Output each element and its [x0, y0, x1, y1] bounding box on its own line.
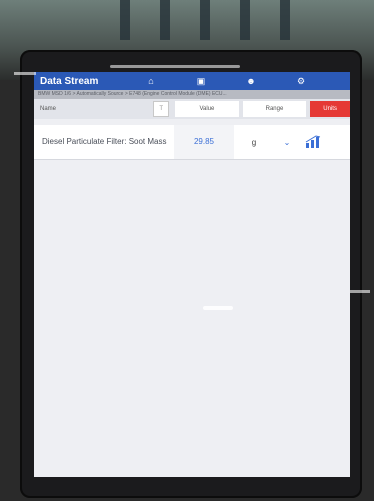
background-stripe	[200, 0, 210, 40]
screen-glare	[14, 72, 36, 75]
background-stripe	[120, 0, 130, 40]
header-name: Name	[40, 106, 57, 112]
screen-glare	[110, 65, 240, 68]
table-row[interactable]: Diesel Particulate Filter: Soot Mass 29.…	[34, 125, 350, 160]
table-header: Name T Value Range Units	[34, 99, 350, 119]
chevron-down-icon[interactable]: ⌄	[274, 138, 300, 147]
settings-icon[interactable]: ⚙	[276, 76, 326, 87]
graph-icon[interactable]	[300, 135, 326, 149]
header-value[interactable]: Value	[175, 101, 239, 117]
breadcrumb: BMW MSD 1/6 > Automatically Source > E74…	[34, 90, 350, 99]
background-stripe	[280, 0, 290, 40]
row-value: 29.85	[174, 125, 234, 159]
title-bar: Data Stream ⌂ ▣ ☻ ⚙	[34, 72, 350, 90]
screen-glare	[350, 290, 370, 293]
print-icon[interactable]: ▣	[176, 76, 226, 87]
home-icon[interactable]: ⌂	[126, 76, 176, 86]
header-range[interactable]: Range	[242, 101, 307, 117]
background-stripe	[160, 0, 170, 40]
graph-icon-svg	[305, 135, 321, 148]
user-icon[interactable]: ☻	[226, 76, 276, 86]
header-unit[interactable]: Units	[310, 101, 350, 117]
app-title: Data Stream	[40, 75, 99, 87]
row-unit: g	[251, 137, 257, 147]
tablet-screen: Data Stream ⌂ ▣ ☻ ⚙ BMW MSD 1/6 > Automa…	[34, 72, 350, 477]
row-name: Diesel Particulate Filter: Soot Mass	[42, 137, 167, 146]
background-stripe	[240, 0, 250, 40]
screen-glare	[203, 306, 233, 310]
select-all-checkbox[interactable]: T	[153, 101, 170, 117]
